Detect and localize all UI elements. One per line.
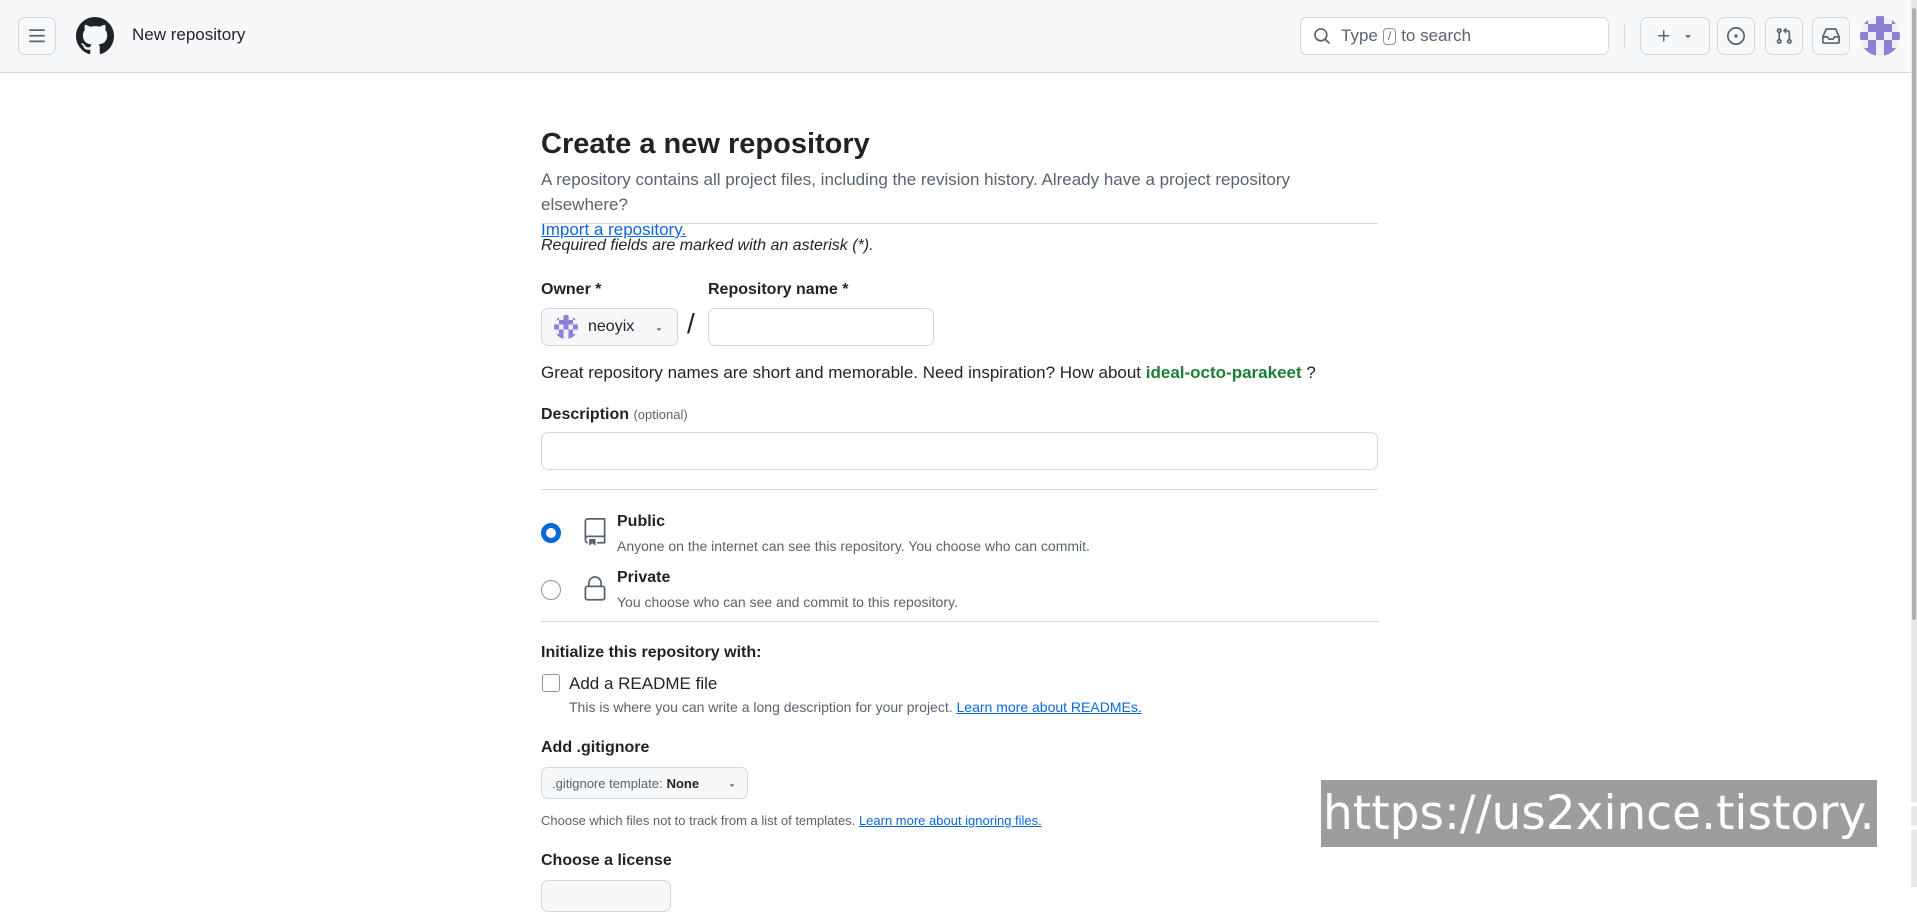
readme-label[interactable]: Add a README file: [569, 674, 717, 694]
page-title: New repository: [132, 25, 246, 44]
gitignore-description: Choose which files not to track from a l…: [541, 813, 1042, 828]
public-title: Public: [617, 513, 666, 530]
owner-separator: /: [687, 308, 695, 339]
search-input[interactable]: Type / to search: [1300, 17, 1609, 55]
learn-more-ignoring-files-link[interactable]: Learn more about ignoring files.: [859, 813, 1042, 828]
readme-description: This is where you can write a long descr…: [569, 699, 1142, 715]
divider: [541, 223, 1378, 224]
triangle-down-icon: [729, 784, 735, 787]
readme-checkbox[interactable]: [542, 674, 560, 692]
github-logo-icon[interactable]: [76, 17, 114, 55]
lock-icon: [584, 576, 606, 601]
app-header: New repository Type / to search: [0, 0, 1917, 73]
name-suggestion[interactable]: ideal-octo-parakeet: [1146, 363, 1302, 382]
owner-value: neoyix: [588, 318, 635, 335]
avatar[interactable]: [1860, 16, 1900, 56]
gitignore-value: None: [666, 775, 700, 791]
description-label: Description (optional): [541, 406, 688, 424]
repository-name-label: Repository name *: [708, 281, 849, 298]
scrollbar-thumb[interactable]: [1912, 8, 1916, 620]
inbox-button[interactable]: [1812, 17, 1850, 55]
owner-label: Owner *: [541, 281, 602, 298]
hamburger-menu-icon: [29, 29, 45, 43]
divider: [541, 489, 1378, 490]
public-description: Anyone on the internet can see this repo…: [617, 538, 1090, 554]
private-description: You choose who can see and commit to thi…: [617, 594, 958, 610]
header-divider: [1624, 25, 1625, 47]
form-subtitle: A repository contains all project files,…: [541, 167, 1378, 242]
owner-dropdown[interactable]: neoyix: [541, 308, 678, 346]
initialize-heading: Initialize this repository with:: [541, 644, 762, 661]
form-subtitle-text: A repository contains all project files,…: [541, 170, 1291, 214]
inbox-icon: [1822, 28, 1840, 44]
required-note: Required fields are marked with an aster…: [541, 237, 874, 254]
private-radio[interactable]: [541, 580, 561, 600]
license-heading: Choose a license: [541, 852, 672, 869]
learn-more-readmes-link[interactable]: Learn more about READMEs.: [957, 699, 1142, 715]
divider: [541, 621, 1378, 622]
git-pull-request-icon: [1776, 27, 1792, 44]
readme-description-text: This is where you can write a long descr…: [569, 699, 953, 715]
gitignore-description-text: Choose which files not to track from a l…: [541, 813, 856, 828]
gitignore-template-dropdown[interactable]: .gitignore template: None: [541, 767, 748, 799]
name-hint: Great repository names are short and mem…: [541, 363, 1316, 383]
search-placeholder-prefix: Type: [1341, 26, 1378, 45]
form-heading: Create a new repository: [541, 128, 870, 160]
private-title: Private: [617, 569, 671, 586]
repo-icon: [584, 518, 606, 546]
description-optional: (optional): [633, 407, 688, 422]
gitignore-prefix: .gitignore template:: [552, 775, 663, 791]
search-icon: [1314, 28, 1330, 44]
description-input[interactable]: [541, 432, 1378, 470]
plus-icon: [1658, 30, 1670, 42]
create-new-button[interactable]: [1640, 17, 1710, 55]
search-placeholder-suffix: to search: [1401, 26, 1472, 45]
pull-requests-button[interactable]: [1765, 17, 1803, 55]
description-label-text: Description: [541, 406, 630, 423]
name-hint-text: Great repository names are short and mem…: [541, 363, 1142, 382]
triangle-down-icon: [1685, 35, 1691, 39]
repository-name-input[interactable]: [708, 308, 934, 346]
search-shortcut-key: /: [1382, 27, 1397, 45]
owner-avatar: [554, 315, 578, 339]
gitignore-heading: Add .gitignore: [541, 739, 650, 756]
triangle-down-icon: [656, 328, 662, 331]
issue-opened-icon: [1727, 27, 1745, 45]
license-dropdown[interactable]: [541, 880, 671, 912]
menu-button[interactable]: [18, 17, 56, 55]
name-hint-end: ?: [1306, 363, 1316, 382]
issues-button[interactable]: [1717, 17, 1755, 55]
public-radio[interactable]: [541, 523, 561, 543]
watermark: https://us2xince.tistory.com: [1321, 780, 1917, 847]
